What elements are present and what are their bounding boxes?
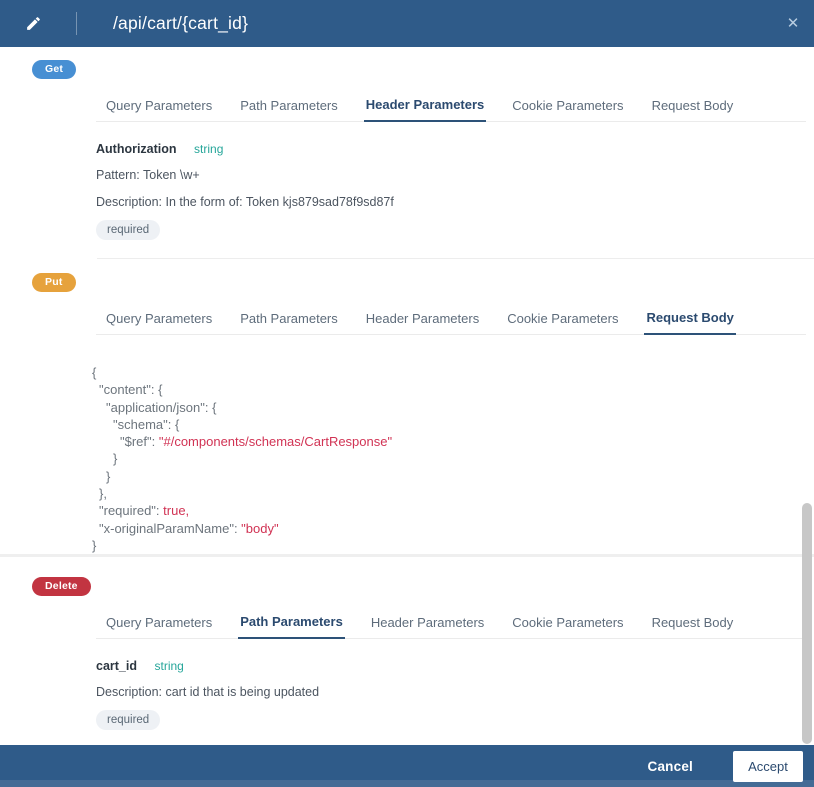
- param-name: cart_id: [96, 659, 137, 674]
- cancel-button[interactable]: Cancel: [642, 758, 699, 775]
- modal-header: /api/cart/{cart_id} ✕: [0, 0, 814, 47]
- code-line: }: [106, 468, 111, 484]
- delete-method-badge: Delete: [32, 577, 91, 597]
- get-method-section: Get Query Parameters Path Parameters Hea…: [0, 47, 814, 259]
- delete-method-section: Delete Query Parameters Path Parameters …: [0, 557, 814, 731]
- endpoint-path-title: /api/cart/{cart_id}: [113, 13, 249, 33]
- param-type: string: [154, 659, 184, 674]
- delete-param-block: cart_id string Description: cart id that…: [96, 659, 814, 731]
- close-icon[interactable]: ✕: [780, 11, 806, 37]
- put-tabs: Query Parameters Path Parameters Header …: [96, 304, 806, 335]
- code-line: },: [99, 486, 107, 502]
- code-line: "required": true,: [99, 503, 190, 519]
- delete-tab-cookie-parameters[interactable]: Cookie Parameters: [510, 608, 625, 638]
- get-tab-request-body[interactable]: Request Body: [650, 91, 736, 121]
- param-description-line: Description: cart id that is being updat…: [96, 685, 320, 700]
- put-tab-cookie-parameters[interactable]: Cookie Parameters: [505, 304, 620, 334]
- get-tab-path-parameters[interactable]: Path Parameters: [238, 91, 340, 121]
- get-tabs: Query Parameters Path Parameters Header …: [96, 91, 806, 122]
- get-method-badge: Get: [32, 60, 77, 79]
- code-line: "x-originalParamName": "body": [99, 520, 279, 536]
- param-description-line: Description: In the form of: Token kjs87…: [96, 195, 394, 209]
- put-tab-header-parameters[interactable]: Header Parameters: [364, 304, 481, 334]
- accept-button[interactable]: Accept: [733, 750, 803, 782]
- code-line: "content": {: [99, 382, 163, 398]
- put-method-section: Put Query Parameters Path Parameters Hea…: [0, 259, 814, 558]
- code-line: }: [92, 537, 97, 553]
- delete-tab-query-parameters[interactable]: Query Parameters: [104, 608, 214, 638]
- put-method-badge: Put: [32, 273, 76, 292]
- modal-footer: Cancel Accept: [0, 745, 814, 787]
- param-type: string: [194, 142, 224, 156]
- get-tab-cookie-parameters[interactable]: Cookie Parameters: [510, 91, 625, 121]
- modal-body: Get Query Parameters Path Parameters Hea…: [0, 47, 814, 731]
- put-tab-query-parameters[interactable]: Query Parameters: [104, 304, 214, 334]
- header-divider: [76, 12, 77, 35]
- put-tab-path-parameters[interactable]: Path Parameters: [238, 304, 340, 334]
- get-tab-query-parameters[interactable]: Query Parameters: [104, 91, 214, 121]
- code-line: "application/json": {: [106, 399, 217, 415]
- delete-tab-header-parameters[interactable]: Header Parameters: [369, 608, 486, 638]
- delete-tabs: Query Parameters Path Parameters Header …: [96, 608, 806, 640]
- required-badge: required: [96, 220, 161, 240]
- get-param-block: Authorization string Pattern: Token \w+ …: [96, 142, 814, 240]
- request-body-code: {"content": {"application/json": {"schem…: [92, 364, 806, 554]
- code-line: "$ref": "#/components/schemas/CartRespon…: [120, 434, 393, 450]
- delete-tab-request-body[interactable]: Request Body: [650, 608, 736, 638]
- put-tab-request-body[interactable]: Request Body: [644, 304, 736, 335]
- required-badge: required: [96, 710, 161, 731]
- scrollbar-thumb[interactable]: [802, 503, 812, 744]
- code-line: {: [92, 365, 97, 380]
- code-line: "schema": {: [113, 416, 180, 432]
- param-pattern-line: Pattern: Token \w+: [96, 168, 200, 182]
- edit-pencil-icon: [25, 15, 43, 33]
- param-name: Authorization: [96, 142, 177, 156]
- delete-tab-path-parameters[interactable]: Path Parameters: [238, 608, 345, 640]
- code-line: }: [113, 451, 118, 467]
- get-tab-header-parameters[interactable]: Header Parameters: [363, 91, 487, 122]
